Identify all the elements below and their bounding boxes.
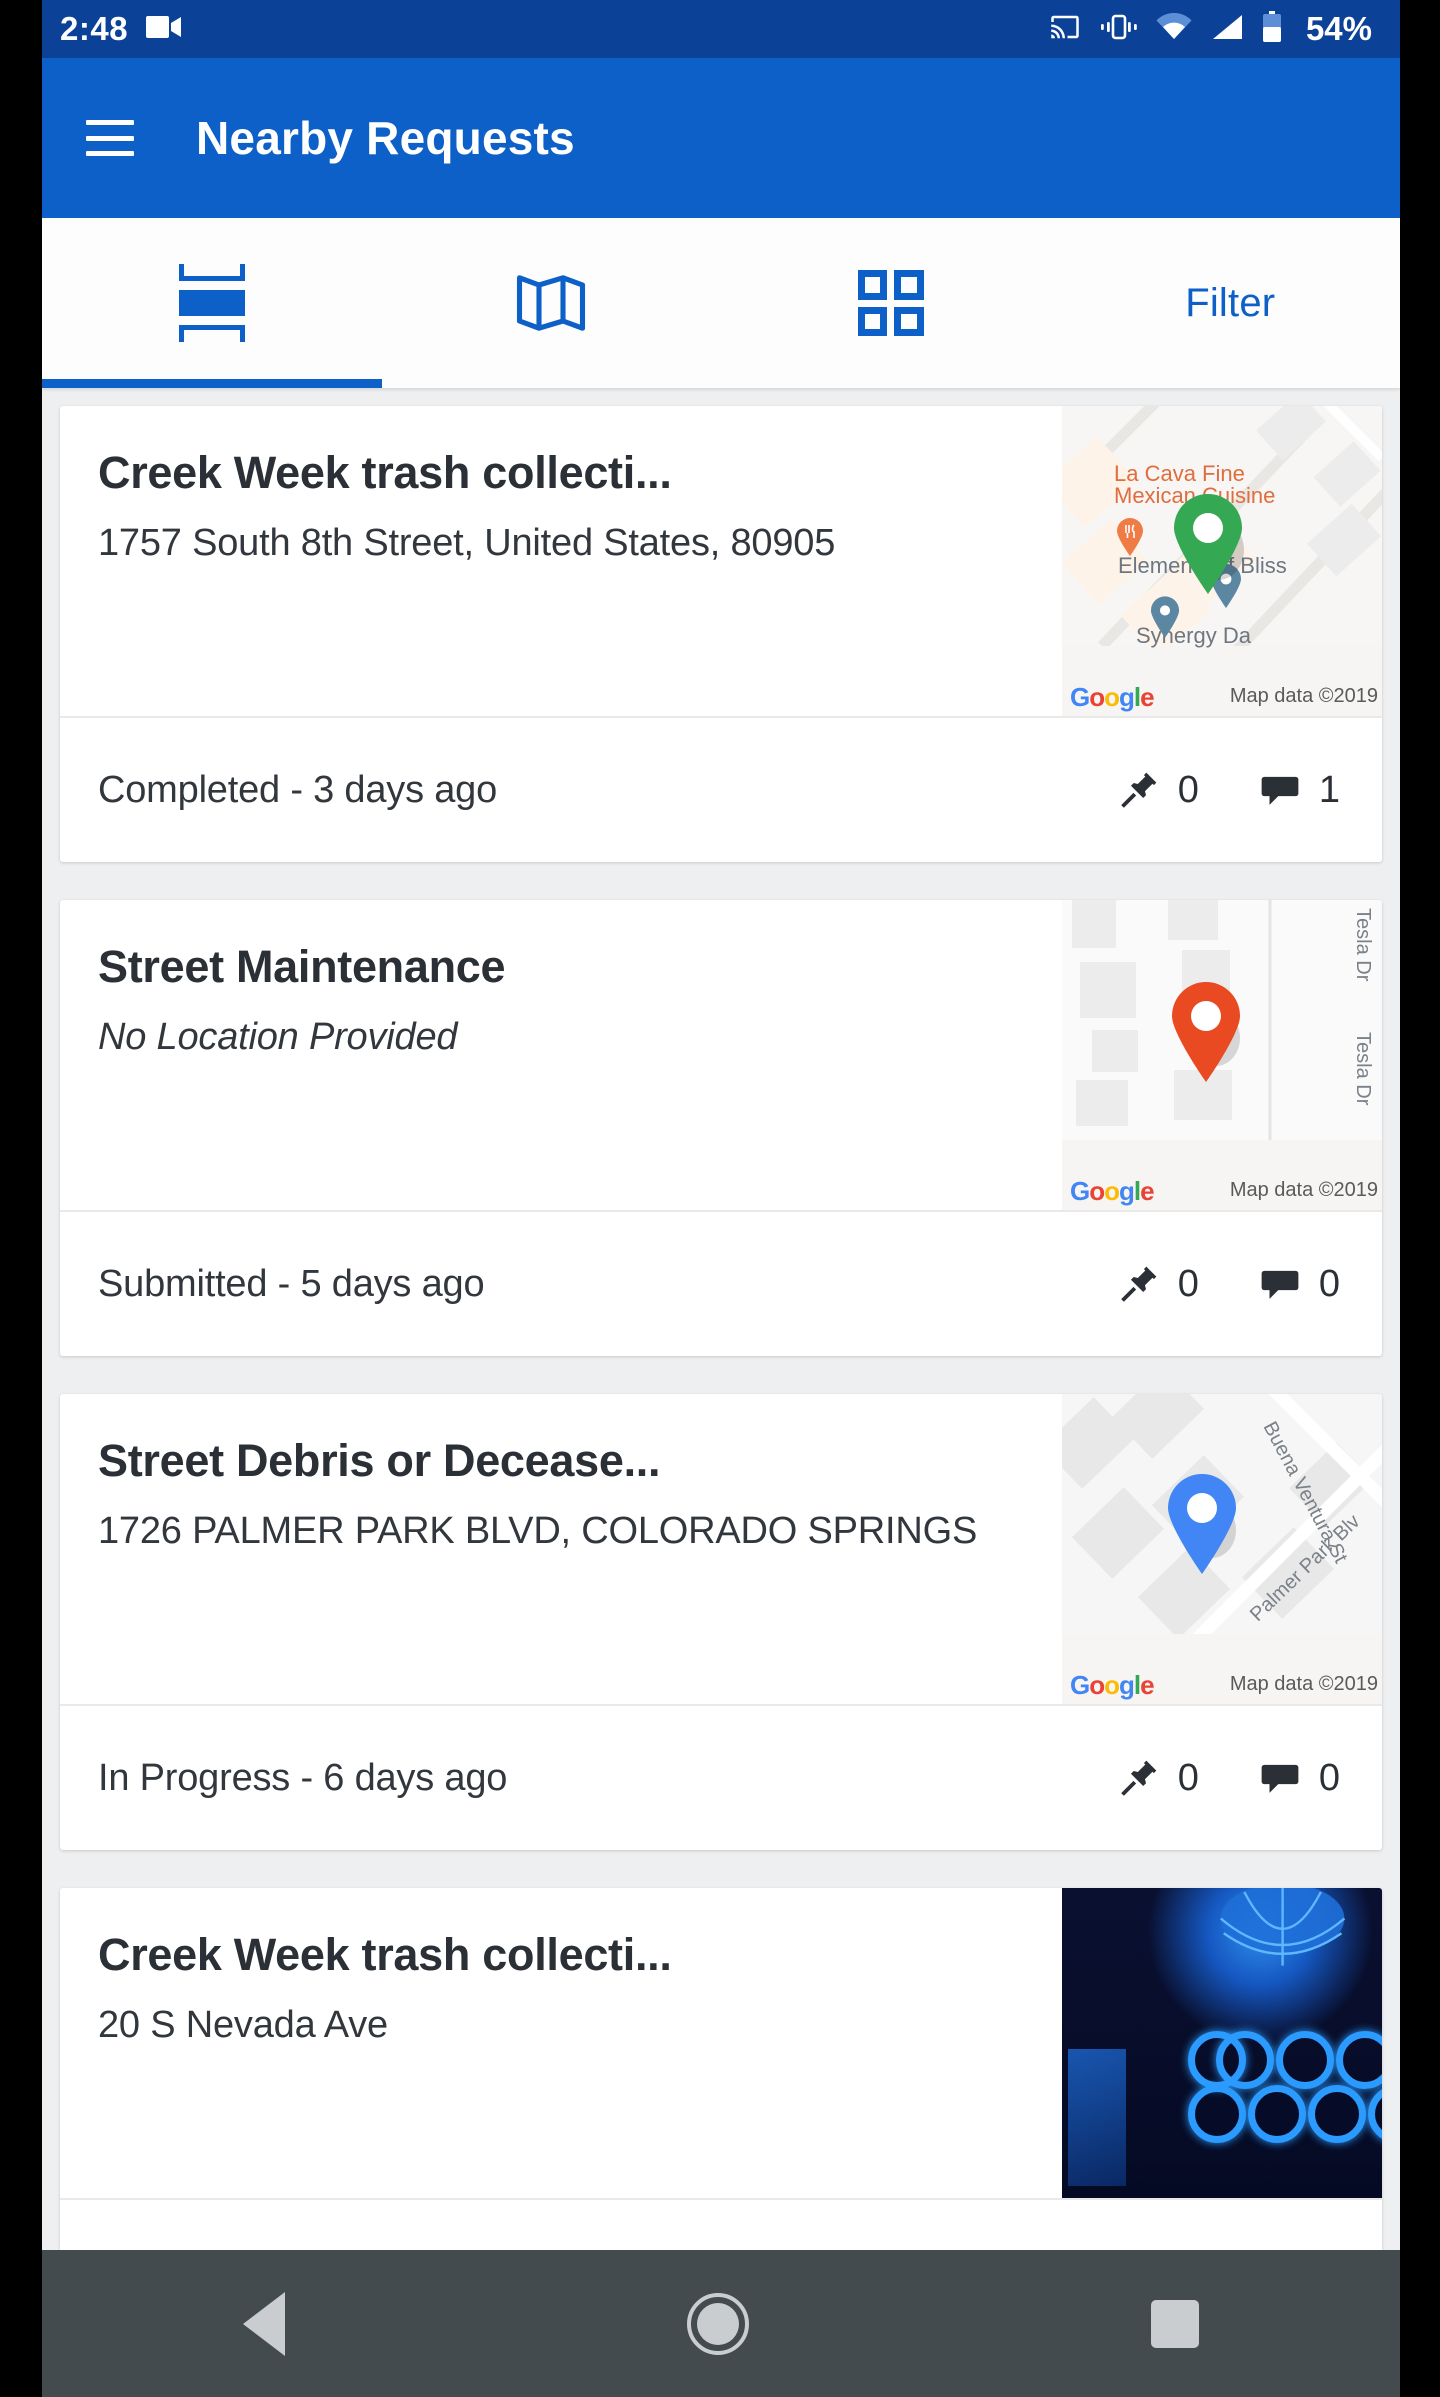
pin-count: 0: [1177, 1262, 1199, 1305]
cast-icon: [1048, 12, 1082, 47]
page-title: Nearby Requests: [196, 112, 575, 164]
pin-count-group: 0: [1118, 1263, 1199, 1306]
request-title: Street Maintenance: [98, 942, 506, 992]
recents-square-icon[interactable]: [1151, 2299, 1199, 2348]
comment-bubble-icon: [1261, 776, 1299, 805]
screen-glow: [1068, 2049, 1126, 2186]
device-screen: 2:48 54% Nearby Requests Filter Creek We…: [42, 0, 1400, 2397]
status-bar-time: 2:48: [60, 10, 129, 47]
tab-map-view[interactable]: [382, 218, 722, 388]
primary-map-marker: [1168, 1474, 1236, 1574]
request-title: Creek Week trash collecti...: [98, 448, 672, 498]
comment-count-group: 1: [1259, 769, 1340, 812]
hamburger-menu-icon[interactable]: [86, 120, 134, 156]
pin-count: 0: [1177, 1756, 1199, 1799]
comment-count-group: 0: [1259, 1757, 1340, 1800]
request-address: 1726 PALMER PARK BLVD, COLORADO SPRINGS: [98, 1510, 978, 1553]
back-triangle-icon[interactable]: [243, 2291, 285, 2356]
map-street-label: Tesla Dr: [1352, 1032, 1374, 1106]
secondary-map-marker: [1150, 596, 1180, 638]
home-circle-icon[interactable]: [687, 2292, 749, 2355]
request-card[interactable]: Street Debris or Decease... 1726 PALMER …: [60, 1394, 1382, 1850]
google-logo: Google: [1070, 1670, 1155, 1700]
comment-count: 1: [1318, 768, 1340, 811]
request-photo-thumbnail[interactable]: [1062, 1888, 1382, 2198]
google-logo: Google: [1070, 682, 1155, 712]
request-address: 1757 South 8th Street, United States, 80…: [98, 522, 836, 565]
request-card-footer: In Progress - 6 days ago 0 0: [60, 1704, 1382, 1850]
google-logo: Google: [1070, 1176, 1155, 1206]
request-status: In Progress - 6 days ago: [98, 1756, 508, 1799]
tab-filter[interactable]: Filter: [1061, 218, 1401, 388]
request-card[interactable]: Street Maintenance No Location Provided: [60, 900, 1382, 1356]
request-card-footer: Completed - 3 days ago 0 1: [60, 716, 1382, 862]
request-map-thumbnail[interactable]: Buena Ventura St Palmer Park Blv Google …: [1062, 1394, 1382, 1704]
list-view-icon: [178, 264, 245, 342]
comment-count-group: 0: [1259, 1263, 1340, 1306]
light-fixture: [1220, 1888, 1346, 1966]
pushpin-icon: [1120, 1760, 1157, 1796]
battery-percent: 54%: [1305, 10, 1372, 47]
request-status: Submitted - 5 days ago: [98, 1262, 485, 1305]
request-card-text: Street Debris or Decease... 1726 PALMER …: [60, 1394, 1062, 1704]
request-card[interactable]: Creek Week trash collecti... 1757 South …: [60, 406, 1382, 862]
request-title: Street Debris or Decease...: [98, 1436, 661, 1486]
app-bar: Nearby Requests: [42, 58, 1400, 218]
grid-icon: [857, 270, 924, 336]
comment-bubble-icon: [1261, 1764, 1299, 1793]
ring-lights: [1187, 2030, 1382, 2198]
request-card-body: Creek Week trash collecti... 1757 South …: [60, 406, 1382, 716]
request-status: Completed - 3 days ago: [98, 768, 498, 811]
request-card-text: Street Maintenance No Location Provided: [60, 900, 1062, 1210]
video-camera-icon: [146, 14, 182, 45]
tab-list-view[interactable]: [42, 218, 382, 388]
map-icon: [517, 275, 586, 331]
request-card-footer: Submitted - 5 days ago 0 0: [60, 1210, 1382, 1356]
request-card-text: Creek Week trash collecti... 1757 South …: [60, 406, 1062, 716]
pushpin-icon: [1120, 1266, 1157, 1302]
request-card-body: Creek Week trash collecti... 20 S Nevada…: [60, 1888, 1382, 2198]
request-address: No Location Provided: [98, 1016, 458, 1059]
pin-count: 0: [1177, 768, 1199, 811]
comment-count: 0: [1318, 1756, 1340, 1799]
comment-count: 0: [1318, 1262, 1340, 1305]
request-title: Creek Week trash collecti...: [98, 1930, 672, 1980]
request-card-body: Street Maintenance No Location Provided: [60, 900, 1382, 1210]
request-list[interactable]: Creek Week trash collecti... 1757 South …: [42, 388, 1400, 2344]
vibrate-icon: [1100, 13, 1137, 46]
restaurant-poi-marker: [1117, 518, 1143, 556]
primary-map-marker: [1172, 982, 1240, 1082]
request-card-text: Creek Week trash collecti... 20 S Nevada…: [60, 1888, 1062, 2198]
pushpin-icon: [1120, 772, 1157, 808]
status-bar: 2:48 54%: [42, 0, 1400, 58]
filter-label: Filter: [1185, 280, 1276, 325]
map-attribution: Map data ©2019: [1229, 1673, 1378, 1695]
primary-map-marker: [1174, 494, 1244, 594]
battery-icon: [1262, 10, 1282, 48]
pin-count-group: 0: [1118, 1757, 1199, 1800]
comment-bubble-icon: [1261, 1270, 1299, 1299]
map-attribution: Map data ©2019: [1229, 1179, 1378, 1201]
active-tab-indicator: [42, 379, 382, 388]
request-address: 20 S Nevada Ave: [98, 2004, 388, 2047]
request-card-body: Street Debris or Decease... 1726 PALMER …: [60, 1394, 1382, 1704]
request-map-thumbnail[interactable]: La Cava Fine Mexican Cuisine Elements of…: [1062, 406, 1382, 716]
tab-grid-view[interactable]: [721, 218, 1061, 388]
map-attribution: Map data ©2019: [1229, 685, 1378, 707]
map-street-label: Tesla Dr: [1352, 908, 1374, 982]
android-navigation-bar: [42, 2250, 1400, 2397]
cell-signal-icon: [1211, 13, 1243, 46]
view-mode-tab-bar: Filter: [42, 218, 1400, 388]
photo-artwork: [1062, 1888, 1382, 2198]
request-map-thumbnail[interactable]: Tesla Dr Tesla Dr Google Map data ©2019: [1062, 900, 1382, 1210]
wifi-icon: [1156, 12, 1192, 46]
pin-count-group: 0: [1118, 769, 1199, 812]
